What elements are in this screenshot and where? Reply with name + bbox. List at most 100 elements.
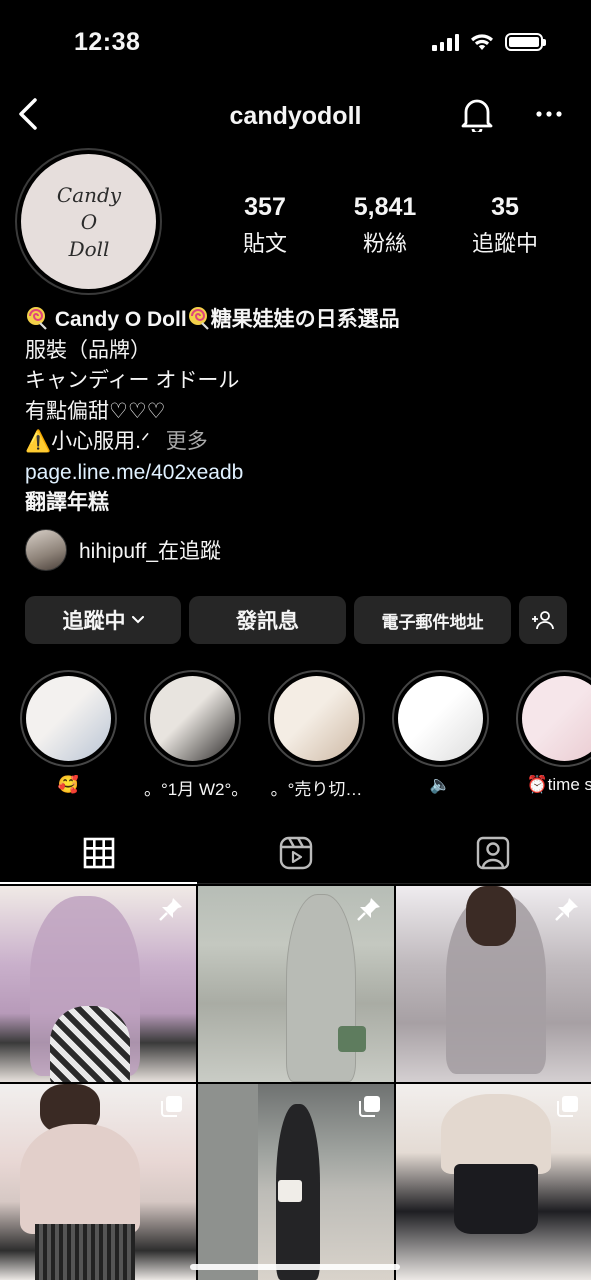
followed-by-row[interactable]: hihipuff_在追蹤 <box>25 529 221 571</box>
post-thumbnail[interactable] <box>0 886 196 1082</box>
highlight-ring <box>516 670 591 767</box>
highlight-cover <box>398 676 483 761</box>
email-button[interactable]: 電子郵件地址 <box>354 596 511 644</box>
highlight-cover <box>150 676 235 761</box>
add-person-icon <box>532 611 554 630</box>
bio-website-link[interactable]: page.line.me/402xeadb <box>25 458 575 489</box>
tab-posts-grid[interactable] <box>0 822 197 884</box>
profile-username: candyodoll <box>229 102 362 130</box>
post-figure <box>20 1124 140 1234</box>
status-icons <box>432 33 546 51</box>
stat-value: 357 <box>244 193 286 221</box>
post-figure <box>441 1094 551 1174</box>
pin-icon <box>554 896 580 927</box>
post-thumbnail[interactable] <box>0 1084 196 1280</box>
grid-icon <box>83 837 114 868</box>
profile-stats: 357 貼文 5,841 粉絲 35 追蹤中 <box>205 193 565 258</box>
display-name-text: Candy O Doll <box>49 308 187 331</box>
pin-icon <box>356 896 382 927</box>
highlight-label: 。°1月 W2°。 <box>144 780 241 799</box>
followed-by-text: hihipuff_在追蹤 <box>79 540 222 563</box>
bio-more-link[interactable]: 更多 <box>166 430 208 453</box>
story-highlight[interactable]: ⏰time sa <box>516 670 591 800</box>
cellular-signal-icon <box>432 33 459 51</box>
highlight-cover <box>522 676 591 761</box>
following-button-label: 追蹤中 <box>62 610 126 633</box>
stat-label: 粉絲 <box>362 231 407 256</box>
carousel-icon <box>160 1094 184 1123</box>
chevron-down-icon <box>131 616 144 624</box>
carousel-icon <box>556 1094 580 1123</box>
post-bag <box>278 1180 302 1202</box>
follower-avatar <box>25 529 67 571</box>
post-thumbnail[interactable] <box>198 886 394 1082</box>
highlight-label: 🥰 <box>57 775 80 794</box>
profile-display-name: Candy O Doll 糖果娃娃の日系選品 <box>25 305 575 336</box>
profile-avatar[interactable]: Candy O Doll <box>15 148 162 295</box>
candy-o-doll-logo: Candy O Doll <box>21 154 156 289</box>
post-figure <box>286 894 356 1082</box>
post-building <box>198 1084 258 1280</box>
story-highlight[interactable]: 。°売り切… <box>268 670 365 800</box>
post-thumbnail[interactable] <box>396 886 591 1082</box>
bell-icon <box>461 99 493 132</box>
suggested-users-button[interactable] <box>519 596 567 644</box>
display-name-suffix: 糖果娃娃の日系選品 <box>210 308 400 331</box>
posts-grid <box>0 886 591 1280</box>
battery-icon <box>505 33 546 51</box>
pin-icon <box>158 896 184 927</box>
story-highlights: 🥰 。°1月 W2°。 。°売り切… 🔈 ⏰time sa <box>20 670 591 800</box>
stat-label: 貼文 <box>242 231 287 256</box>
tab-tagged[interactable] <box>394 822 591 883</box>
post-figure <box>50 1006 130 1082</box>
posts-count[interactable]: 357 貼文 <box>205 193 325 258</box>
post-skirt <box>454 1164 538 1234</box>
story-highlight[interactable]: 🔈 <box>392 670 489 800</box>
following-button[interactable]: 追蹤中 <box>25 596 181 644</box>
highlight-ring <box>144 670 241 767</box>
highlight-ring <box>268 670 365 767</box>
svg-text:O: O <box>80 210 96 234</box>
status-time: 12:38 <box>74 28 141 56</box>
post-bag <box>338 1026 366 1052</box>
status-bar: 12:38 <box>0 0 591 90</box>
svg-text:Candy: Candy <box>56 183 121 207</box>
post-thumbnail[interactable] <box>198 1084 394 1280</box>
translate-bio-link[interactable]: 翻譯年糕 <box>25 488 575 519</box>
profile-top-nav: candyodoll <box>0 90 591 140</box>
notifications-button[interactable] <box>457 94 497 134</box>
bio-line: 有點偏甜♡♡♡ <box>25 399 166 423</box>
story-highlight[interactable]: 。°1月 W2°。 <box>144 670 241 800</box>
message-button[interactable]: 發訊息 <box>189 596 346 644</box>
svg-text:Doll: Doll <box>67 237 109 261</box>
bio-line-with-more: ⚠️小心服用.ᐟ 更多 <box>25 427 575 458</box>
story-highlight[interactable]: 🥰 <box>20 670 117 800</box>
profile-bio: Candy O Doll 糖果娃娃の日系選品 服裝（品牌） キャンディー オドー… <box>25 305 575 519</box>
home-indicator <box>190 1264 400 1270</box>
post-hair <box>466 886 516 946</box>
stat-value: 5,841 <box>353 193 417 221</box>
highlight-cover <box>274 676 359 761</box>
profile-category: 服裝（品牌） <box>25 338 151 362</box>
lollipop-icon <box>27 307 47 330</box>
followers-count[interactable]: 5,841 粉絲 <box>325 193 445 258</box>
reels-icon <box>279 836 312 869</box>
highlight-ring <box>392 670 489 767</box>
wifi-icon <box>471 34 493 50</box>
tab-reels[interactable] <box>197 822 394 883</box>
profile-actions: 追蹤中 發訊息 電子郵件地址 <box>25 596 567 644</box>
post-skirt <box>35 1224 135 1280</box>
tagged-icon <box>476 836 509 869</box>
stat-label: 追蹤中 <box>471 231 538 256</box>
highlight-label: ⏰time sa <box>526 775 591 794</box>
highlight-cover <box>26 676 111 761</box>
profile-tabs <box>0 822 591 884</box>
logo-handwriting: Candy O Doll <box>56 183 121 261</box>
bio-line: ⚠️小心服用.ᐟ <box>25 430 150 453</box>
following-count[interactable]: 35 追蹤中 <box>445 193 565 258</box>
stat-value: 35 <box>491 193 519 221</box>
lollipop-icon <box>188 307 209 330</box>
more-options-button[interactable] <box>527 94 571 134</box>
more-dots-icon <box>536 111 562 117</box>
post-thumbnail[interactable] <box>396 1084 591 1280</box>
